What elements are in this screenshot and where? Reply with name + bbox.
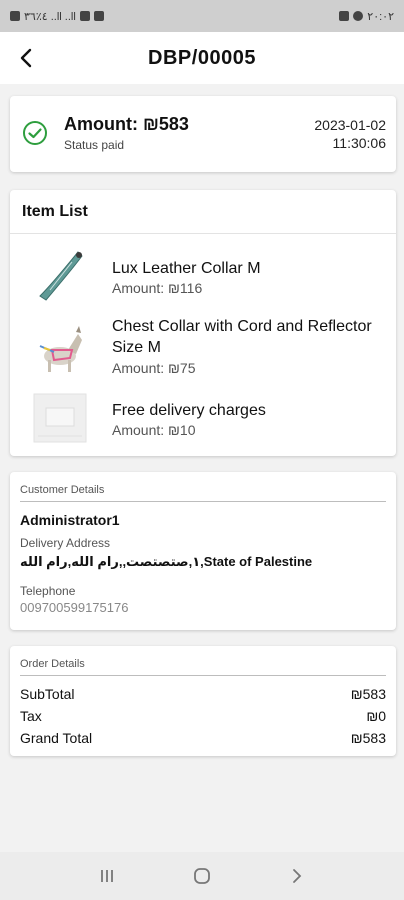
section-divider [20,501,386,502]
back-button[interactable] [14,45,40,71]
system-navigation-bar [0,852,404,900]
payment-datetime: 2023-01-02 11:30:06 [314,116,386,152]
system-status-bar: ٤٪٣٦ ..ll ..ll ٢٠:٠٢ [0,0,404,32]
back-nav-button[interactable] [282,861,312,891]
status-left-text: ٤٪٣٦ ..ll ..ll [24,10,76,23]
item-name: Chest Collar with Cord and Reflector Siz… [112,318,372,356]
subtotal-row: SubTotal ₪583 [20,686,386,702]
notification-icon [10,11,20,21]
payment-time: 11:30:06 [332,135,386,151]
subtotal-label: SubTotal [20,686,75,702]
delivery-placeholder-image [33,393,87,443]
recent-apps-icon [101,870,114,882]
item-amount: Amount: ₪75 [112,360,196,376]
item-name: Free delivery charges [112,402,266,419]
order-details-card: Order Details SubTotal ₪583 Tax ₪0 Grand… [10,646,396,756]
payment-status-card: Amount: ₪583 Status paid 2023-01-02 11:3… [10,96,396,172]
delivery-address-label: Delivery Address [20,536,111,550]
item-list-card: Item List Lux Leather Collar M Amount: ₪… [10,190,396,456]
battery-icon [93,11,104,21]
arrow-left-icon [20,48,32,68]
item-list-header: Item List [10,190,396,234]
dog-harness-image [39,326,82,372]
app-bar: DBP/00005 [0,32,404,84]
status-left: ٤٪٣٦ ..ll ..ll [10,10,104,23]
grand-total-row: Grand Total ₪583 [20,730,386,746]
item-name: Lux Leather Collar M [112,260,261,277]
chevron-right-icon [292,869,301,883]
section-divider [20,675,386,676]
customer-name: Administrator1 [20,512,120,528]
wifi-icon [79,11,90,21]
status-right: ٢٠:٠٢ [339,10,394,23]
payment-amount: Amount: ₪583 [64,114,189,134]
payment-date: 2023-01-02 [314,117,386,133]
whatsapp-icon [353,11,364,21]
home-button[interactable] [187,861,217,891]
check-circle-icon [23,121,47,145]
home-icon [194,868,210,884]
grand-total-label: Grand Total [20,730,93,746]
payment-status: Status paid [64,138,125,152]
delivery-address: ١,صتصتصت,,رام الله,رام الله,State of Pal… [20,554,313,569]
recent-apps-button[interactable] [92,861,122,891]
order-section-label: Order Details [20,658,85,670]
customer-details-card: Customer Details Administrator1 Delivery… [10,472,396,630]
grand-total-value: ₪583 [350,730,386,746]
status-time: ٢٠:٠٢ [367,10,394,23]
tax-label: Tax [20,708,42,724]
tax-row: Tax ₪0 [20,708,386,724]
telephone-label: Telephone [20,584,76,598]
telephone-value[interactable]: 009700599175176 [20,600,128,615]
item-amount: Amount: ₪10 [112,422,196,438]
gallery-icon [339,11,350,21]
item-amount: Amount: ₪116 [112,280,203,296]
customer-section-label: Customer Details [20,484,105,496]
page-title: DBP/00005 [148,46,256,69]
tax-value: ₪0 [366,708,386,724]
subtotal-value: ₪583 [350,686,386,702]
leather-collar-image [39,251,83,301]
